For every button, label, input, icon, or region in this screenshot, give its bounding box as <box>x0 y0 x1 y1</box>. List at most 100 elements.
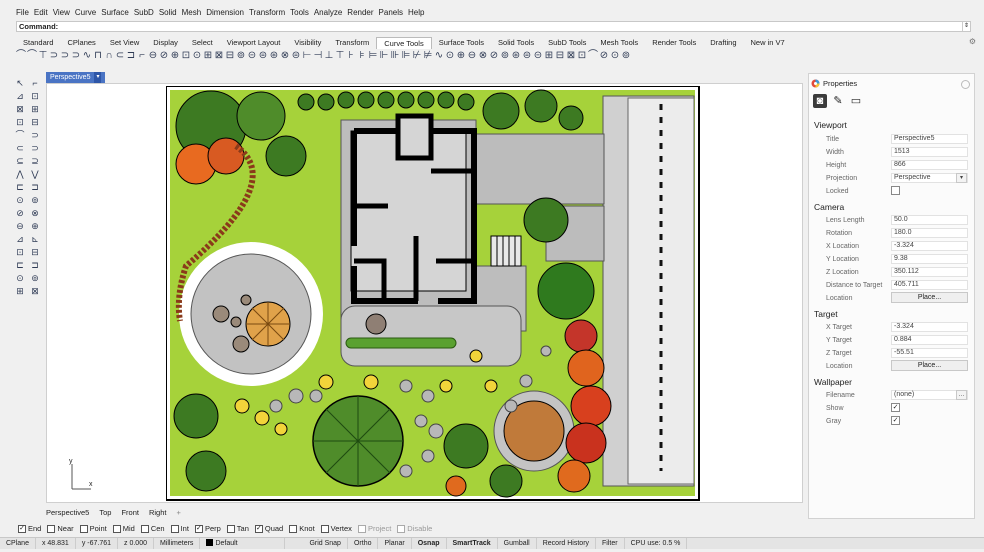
curve-tool-icon[interactable]: ⊨ <box>368 49 378 63</box>
lens-length-field[interactable]: 50.0 <box>891 215 968 225</box>
sidebar-tool-icon[interactable]: ⊡ <box>28 91 42 102</box>
menu-subd[interactable]: SubD <box>134 6 154 20</box>
width-field[interactable]: 1513 <box>891 147 968 157</box>
status-filter[interactable]: Filter <box>596 538 625 549</box>
command-line[interactable]: Command: ⇕ <box>16 21 971 32</box>
tab-select[interactable]: Select <box>185 37 220 49</box>
sidebar-tool-icon[interactable]: ⌐ <box>28 78 42 89</box>
tab-set-view[interactable]: Set View <box>103 37 146 49</box>
sidebar-tool-icon[interactable]: ⊃ <box>28 130 42 141</box>
tab-new-in-v7[interactable]: New in V7 <box>744 37 792 49</box>
sidebar-tool-icon[interactable]: ⊞ <box>13 286 27 297</box>
filename-field[interactable]: (none)… <box>891 390 968 400</box>
curve-tool-icon[interactable]: ⊚ <box>236 49 246 63</box>
osnap-project[interactable]: Project <box>357 524 391 533</box>
status-ortho[interactable]: Ortho <box>348 538 379 549</box>
sidebar-tool-icon[interactable]: ⊿ <box>13 91 27 102</box>
curve-tool-icon[interactable]: ⊓ <box>93 49 103 63</box>
curve-tool-icon[interactable]: ⌒ <box>16 49 26 63</box>
status-grid-snap[interactable]: Grid Snap <box>303 538 348 549</box>
curve-tool-icon[interactable]: ⊬ <box>412 49 422 63</box>
osnap-end[interactable]: ✓ End <box>18 524 41 533</box>
curve-tool-icon[interactable]: ⊙ <box>610 49 620 63</box>
osnap-checkbox[interactable] <box>170 524 179 533</box>
curve-tool-icon[interactable]: ⊭ <box>423 49 433 63</box>
menu-transform[interactable]: Transform <box>249 6 285 20</box>
distance-to-target-field[interactable]: 405.711 <box>891 280 968 290</box>
tab-transform[interactable]: Transform <box>328 37 376 49</box>
curve-tool-icon[interactable]: ∿ <box>434 49 444 63</box>
osnap-quad[interactable]: ✓ Quad <box>254 524 283 533</box>
menu-dimension[interactable]: Dimension <box>206 6 244 20</box>
tab-curve-tools[interactable]: Curve Tools <box>376 37 432 49</box>
osnap-knot[interactable]: Knot <box>289 524 315 533</box>
sidebar-tool-icon[interactable]: ⌒ <box>13 130 27 141</box>
sidebar-tool-icon[interactable]: ⊙ <box>13 195 27 206</box>
sidebar-tool-icon[interactable]: ⊘ <box>13 208 27 219</box>
curve-tool-icon[interactable]: ⊧ <box>357 49 367 63</box>
curve-tool-icon[interactable]: ⊝ <box>247 49 257 63</box>
status-layer[interactable]: Default <box>200 538 286 549</box>
curve-tool-icon[interactable]: ⊝ <box>533 49 543 63</box>
curve-tool-icon[interactable]: ⊟ <box>555 49 565 63</box>
curve-tool-icon[interactable]: ⊛ <box>269 49 279 63</box>
curve-tool-icon[interactable]: ⊟ <box>225 49 235 63</box>
sidebar-tool-icon[interactable]: ⊐ <box>28 260 42 271</box>
curve-tool-icon[interactable]: ⊪ <box>390 49 400 63</box>
menu-view[interactable]: View <box>53 6 70 20</box>
curve-tool-icon[interactable]: ⊤ <box>38 49 48 63</box>
sidebar-tool-icon[interactable]: ⊃ <box>28 143 42 154</box>
curve-tool-icon[interactable]: ⊘ <box>599 49 609 63</box>
sidebar-tool-icon[interactable]: ⊟ <box>28 247 42 258</box>
curve-tool-icon[interactable]: ⊙ <box>192 49 202 63</box>
curve-tool-icon[interactable]: ⊖ <box>148 49 158 63</box>
viewport-title[interactable]: Perspective5 <box>50 72 90 83</box>
osnap-checkbox[interactable]: ✓ <box>18 524 26 533</box>
curve-tool-icon[interactable]: ⊛ <box>511 49 521 63</box>
gray-checkbox[interactable]: ✓ <box>891 416 900 425</box>
display-mode-icon[interactable]: ✎ <box>831 94 845 108</box>
viewport-canvas[interactable]: y x <box>46 83 803 503</box>
sidebar-tool-icon[interactable]: ⊆ <box>13 156 27 167</box>
curve-tool-icon[interactable]: ⊡ <box>181 49 191 63</box>
curve-tool-icon[interactable]: ⊚ <box>500 49 510 63</box>
status-gumball[interactable]: Gumball <box>498 538 537 549</box>
sidebar-tool-icon[interactable]: ⊐ <box>28 182 42 193</box>
tab-drafting[interactable]: Drafting <box>703 37 743 49</box>
sidebar-tool-icon[interactable]: ⊡ <box>13 117 27 128</box>
curve-tool-icon[interactable]: ⊃ <box>71 49 81 63</box>
wallpaper-icon[interactable]: ▭ <box>849 94 863 108</box>
osnap-mid[interactable]: Mid <box>112 524 135 533</box>
status-smarttrack[interactable]: SmartTrack <box>447 538 498 549</box>
osnap-checkbox[interactable] <box>79 524 88 533</box>
tab-solid-tools[interactable]: Solid Tools <box>491 37 541 49</box>
tab-visibility[interactable]: Visibility <box>287 37 328 49</box>
sidebar-tool-icon[interactable]: ⊖ <box>13 221 27 232</box>
menu-file[interactable]: File <box>16 6 29 20</box>
sidebar-tool-icon[interactable]: ⊏ <box>13 182 27 193</box>
sidebar-tool-icon[interactable]: ⊠ <box>13 104 27 115</box>
z-target-field[interactable]: -55.51 <box>891 348 968 358</box>
x-target-field[interactable]: -3.324 <box>891 322 968 332</box>
curve-tool-icon[interactable]: ⊗ <box>478 49 488 63</box>
curve-tool-icon[interactable]: ⊖ <box>467 49 477 63</box>
tab-cplanes[interactable]: CPlanes <box>60 37 102 49</box>
osnap-checkbox[interactable] <box>320 524 329 533</box>
sidebar-tool-icon[interactable]: ⊕ <box>28 221 42 232</box>
tab-display[interactable]: Display <box>146 37 185 49</box>
y-target-field[interactable]: 0.884 <box>891 335 968 345</box>
curve-tool-icon[interactable]: ⊞ <box>203 49 213 63</box>
curve-tool-icon[interactable]: ⊐ <box>126 49 136 63</box>
curve-tool-icon[interactable]: ⊘ <box>159 49 169 63</box>
browse-button[interactable]: … <box>956 390 967 400</box>
status-osnap[interactable]: Osnap <box>412 538 447 549</box>
tab-mesh-tools[interactable]: Mesh Tools <box>593 37 645 49</box>
sidebar-tool-icon[interactable]: ⊚ <box>28 195 42 206</box>
tab-surface-tools[interactable]: Surface Tools <box>432 37 491 49</box>
curve-tool-icon[interactable]: ⊜ <box>258 49 268 63</box>
status-units[interactable]: Millimeters <box>154 538 201 549</box>
curve-tool-icon[interactable]: ⌒ <box>588 49 598 63</box>
command-history-toggle[interactable]: ⇕ <box>962 22 970 31</box>
sidebar-tool-icon[interactable]: ⊠ <box>28 286 42 297</box>
x-location-field[interactable]: -3.324 <box>891 241 968 251</box>
